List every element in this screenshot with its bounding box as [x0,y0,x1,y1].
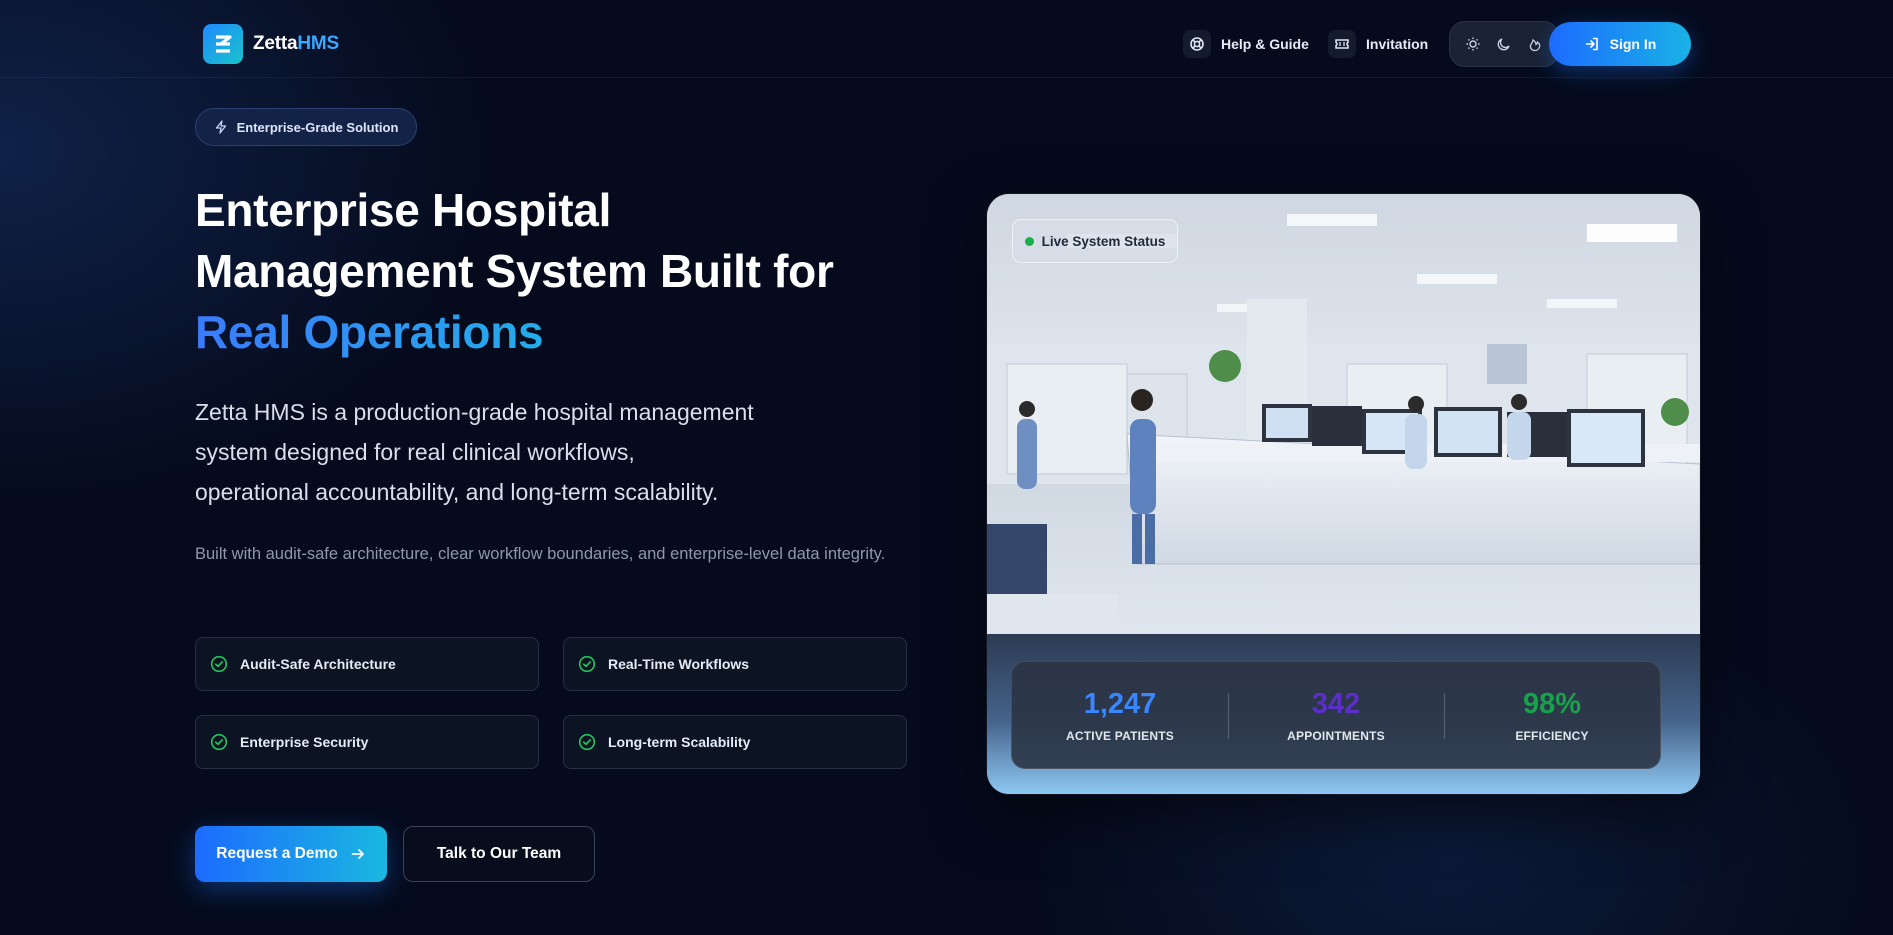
sun-icon[interactable] [1461,32,1485,56]
hero-title-line-1: Enterprise Hospital [195,184,612,236]
live-status-label: Live System Status [1041,233,1166,249]
hero-title: Enterprise Hospital Management System Bu… [195,180,915,363]
ticket-icon [1328,30,1356,58]
check-circle-icon [210,655,228,673]
check-circle-icon [578,733,596,751]
sign-in-button[interactable]: Sign In [1549,22,1691,66]
feature-real-time: Real-Time Workflows [563,637,907,691]
stat-appointments: 342 APPOINTMENTS [1228,687,1444,743]
hero-lead-line-3: operational accountability, and long-ter… [195,479,719,505]
brand-name: ZettaHMS [253,33,340,54]
stat-value: 1,247 [1083,688,1157,720]
moon-icon[interactable] [1492,32,1516,56]
request-demo-button[interactable]: Request a Demo [195,826,387,882]
status-dot-icon [1024,236,1034,246]
hero-lead-line-2: system designed for real clinical workfl… [195,439,635,465]
hero-title-line-2: Management System Built for [195,245,834,297]
hero-lead-line-1: Zetta HMS is a production-grade hospital… [195,399,754,425]
sign-in-label: Sign In [1609,36,1657,52]
feature-label: Audit-Safe Architecture [240,656,396,672]
enterprise-badge: Enterprise-Grade Solution [195,108,417,146]
request-demo-label: Request a Demo [216,845,338,862]
stat-label: ACTIVE PATIENTS [1066,729,1174,743]
stat-label: APPOINTMENTS [1287,729,1385,743]
nav-help-guide[interactable]: Help & Guide [1183,30,1309,58]
feature-label: Long-term Scalability [608,734,751,750]
hospital-showcase-card: Live System Status 1,247 ACTIVE PATIENTS… [987,194,1700,794]
live-status-pill: Live System Status [1012,219,1178,263]
feature-label: Enterprise Security [240,734,369,750]
hero-title-highlight: Real Operations [195,302,915,363]
stat-active-patients: 1,247 ACTIVE PATIENTS [1012,687,1228,743]
flame-icon[interactable] [1523,32,1547,56]
check-circle-icon [578,655,596,673]
feature-security: Enterprise Security [195,715,539,769]
feature-audit-safe: Audit-Safe Architecture [195,637,539,691]
lightning-icon [215,120,226,134]
talk-to-team-button[interactable]: Talk to Our Team [403,826,595,882]
check-circle-icon [210,733,228,751]
nav-invitation-label: Invitation [1366,36,1429,52]
stat-value: 342 [1311,688,1361,720]
badge-label: Enterprise-Grade Solution [236,119,399,135]
feature-label: Real-Time Workflows [608,656,750,672]
stat-efficiency: 98% EFFICIENCY [1444,687,1660,743]
hero-lead: Zetta HMS is a production-grade hospital… [195,392,835,512]
stats-panel: 1,247 ACTIVE PATIENTS 342 APPOINTMENTS 9… [1011,661,1661,769]
site-header: ZettaHMS Help & Guide Invitation Sign In [0,0,1893,78]
hero-subtext: Built with audit-safe architecture, clea… [195,545,886,563]
theme-switcher [1449,21,1559,67]
nav-help-label: Help & Guide [1221,36,1309,52]
nav-invitation[interactable]: Invitation [1328,30,1428,58]
brand-logo[interactable]: ZettaHMS [203,24,339,64]
stat-label: EFFICIENCY [1515,729,1589,743]
lifebuoy-icon [1183,30,1211,58]
talk-to-team-label: Talk to Our Team [436,845,562,862]
feature-scalability: Long-term Scalability [563,715,907,769]
arrow-right-icon [351,849,364,859]
sign-in-icon [1585,37,1598,51]
stat-value: 98% [1522,688,1582,720]
logo-z-icon [203,24,243,64]
